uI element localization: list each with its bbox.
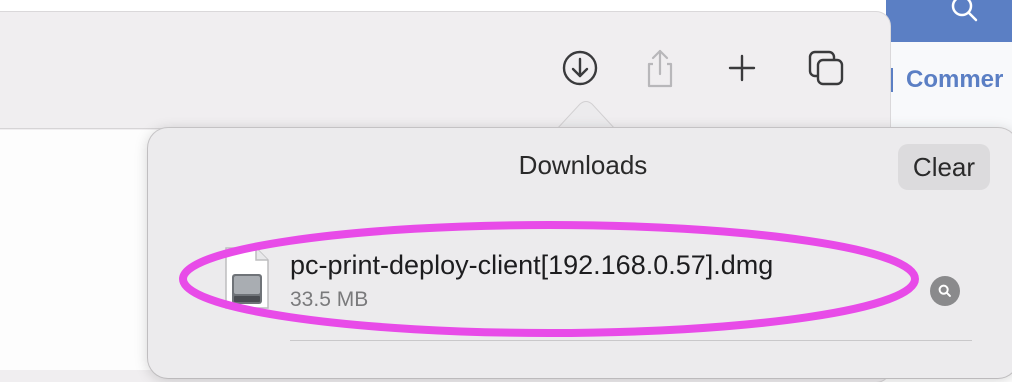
download-file-size: 33.5 MB [290, 288, 369, 311]
share-icon [647, 49, 673, 88]
downloads-title: Downloads [518, 150, 648, 180]
page-content-area [0, 130, 161, 370]
download-row-separator [290, 340, 972, 341]
clear-button[interactable]: Clear [898, 144, 990, 190]
new-tab-button[interactable] [720, 46, 764, 90]
share-button[interactable] [638, 46, 682, 90]
download-icon [562, 50, 598, 86]
tabs-overview-icon [808, 50, 844, 86]
plus-icon [728, 54, 756, 82]
comments-section-label: Commer [906, 66, 1004, 93]
download-file-name[interactable]: pc-print-deploy-client[192.168.0.57].dmg [290, 250, 773, 281]
disk-image-icon [220, 246, 272, 310]
tab-overview-button[interactable] [804, 46, 848, 90]
reveal-in-finder-button[interactable] [930, 276, 960, 306]
downloads-button[interactable] [558, 46, 602, 90]
section-marker [890, 68, 893, 92]
magnifier-icon [938, 284, 951, 297]
search-icon[interactable] [944, 0, 984, 30]
downloads-popover: Downloads Clear pc-print-deploy-client[1… [148, 128, 1012, 378]
